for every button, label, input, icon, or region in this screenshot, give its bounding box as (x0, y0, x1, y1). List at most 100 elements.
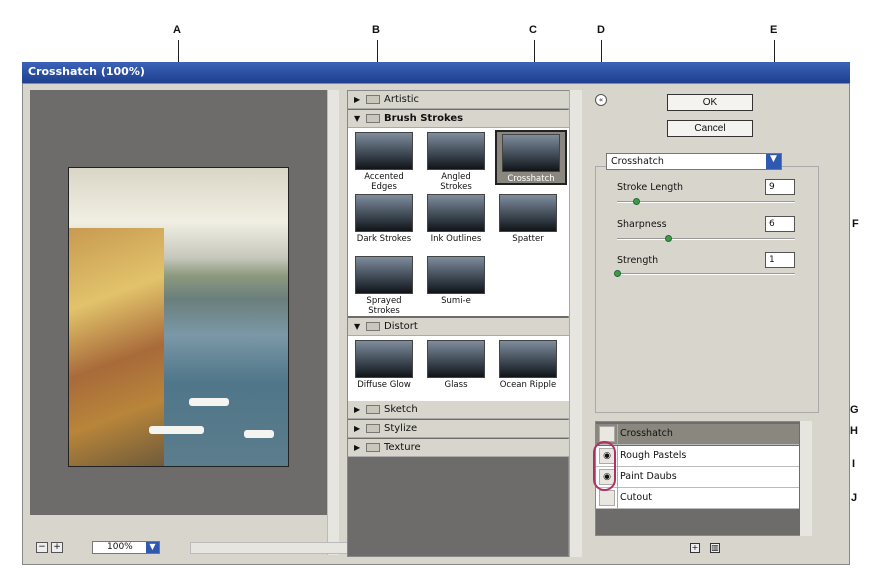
stroke-length-slider-handle[interactable] (632, 198, 640, 205)
callout-d: D (597, 24, 605, 36)
gallery-scrollbar[interactable] (569, 90, 582, 557)
filter-select-value: Crosshatch (611, 156, 664, 167)
filter-thumbnail-dark-strokes[interactable]: Dark Strokes (354, 194, 414, 244)
chevron-down-icon[interactable]: ▼ (146, 542, 159, 553)
folder-sketch[interactable]: ▶ Sketch (348, 401, 570, 419)
sharpness-slider[interactable] (617, 238, 795, 240)
folder-icon (366, 94, 380, 104)
strength-slider[interactable] (617, 273, 795, 275)
zoom-select[interactable]: 100% ▼ (92, 541, 160, 554)
thumbnail-image (355, 256, 413, 294)
layer-name: Paint Daubs (620, 471, 677, 482)
filter-gallery-list: ▶ Artistic ▼ Brush Strokes Accented Edges … (347, 90, 570, 557)
zoom-value: 100% (107, 542, 133, 552)
folder-icon (366, 113, 380, 123)
folder-artistic[interactable]: ▶ Artistic (348, 91, 570, 109)
thumbnail-image (502, 134, 560, 172)
preview-zoom-bar: − + 100% ▼ (30, 540, 355, 555)
filter-label: Glass (444, 380, 468, 390)
zoom-out-button[interactable]: − (36, 542, 48, 553)
folder-icon (366, 321, 380, 331)
folder-texture[interactable]: ▶ Texture (348, 439, 570, 457)
ok-button[interactable]: OK (667, 94, 753, 111)
collapse-triangle-icon[interactable]: ▼ (354, 114, 366, 123)
preview-horizontal-scrollbar[interactable] (190, 542, 355, 554)
filter-thumbnail-accented-edges[interactable]: Accented Edges (354, 132, 414, 192)
distort-thumbnails: Diffuse Glow Glass Ocean Ripple (348, 336, 570, 403)
filter-label: Sumi-e (441, 296, 471, 306)
folder-label: Texture (384, 442, 421, 453)
effect-layer-crosshatch[interactable]: Crosshatch (596, 424, 799, 445)
callout-e: E (770, 24, 778, 36)
filter-thumbnail-angled-strokes[interactable]: Angled Strokes (426, 132, 486, 192)
callout-h: H (850, 425, 858, 437)
folder-label: Artistic (384, 94, 420, 105)
effect-layer-cutout[interactable]: Cutout (596, 488, 799, 509)
zoom-in-button[interactable]: + (51, 542, 63, 553)
preview-vertical-scrollbar[interactable] (327, 90, 339, 555)
filter-label: Sprayed Strokes (366, 296, 402, 316)
new-layer-icon[interactable]: + (690, 543, 700, 553)
stroke-length-input[interactable]: 9 (765, 179, 795, 195)
effect-layers-list: Crosshatch ◉ Rough Pastels ◉ Paint Daubs… (595, 421, 810, 536)
callout-a: A (173, 24, 181, 36)
filter-thumbnail-spatter[interactable]: Spatter (498, 194, 558, 244)
row-divider (617, 424, 618, 445)
collapse-triangle-icon[interactable]: ▼ (354, 322, 366, 331)
callout-b: B (372, 24, 380, 36)
param-label: Sharpness (617, 219, 667, 230)
collapse-gallery-icon[interactable]: « (595, 94, 607, 106)
callout-g: G (850, 404, 859, 416)
preview-image-boat (149, 426, 204, 434)
chevron-down-icon[interactable]: ▼ (766, 154, 781, 169)
filter-label: Angled Strokes (440, 172, 472, 192)
strength-slider-handle[interactable] (614, 270, 621, 277)
strength-input[interactable]: 1 (765, 252, 795, 268)
filter-thumbnail-ocean-ripple[interactable]: Ocean Ripple (498, 340, 558, 390)
visibility-toggle[interactable] (599, 490, 615, 506)
thumbnail-image (355, 340, 413, 378)
filter-thumbnail-ink-outlines[interactable]: Ink Outlines (426, 194, 486, 244)
effect-layer-paint-daubs[interactable]: ◉ Paint Daubs (596, 467, 799, 488)
stroke-length-slider[interactable] (617, 201, 795, 203)
visibility-toggle[interactable] (599, 426, 615, 442)
effect-layer-rough-pastels[interactable]: ◉ Rough Pastels (596, 446, 799, 467)
filter-label: Dark Strokes (356, 234, 412, 244)
callout-i: I (852, 458, 856, 470)
folder-icon (366, 404, 380, 414)
layer-name: Cutout (620, 492, 652, 503)
sharpness-slider-handle[interactable] (665, 235, 672, 242)
thumbnail-image (499, 340, 557, 378)
effect-layers-scrollbar[interactable] (800, 421, 812, 536)
param-label: Strength (617, 255, 659, 266)
filter-label: Accented Edges (364, 172, 404, 192)
filter-select[interactable]: Crosshatch ▼ (606, 153, 782, 170)
thumbnail-image (355, 194, 413, 232)
sharpness-input[interactable]: 6 (765, 216, 795, 232)
callout-f: F (852, 218, 859, 230)
trash-icon[interactable]: ▥ (710, 543, 720, 553)
root: A B C D E F G H I J Crosshatch (100%) − … (0, 0, 875, 574)
folder-brush-strokes[interactable]: ▼ Brush Strokes (348, 110, 570, 128)
expand-triangle-icon[interactable]: ▶ (354, 443, 366, 452)
thumbnail-image (427, 132, 485, 170)
filter-settings-panel (595, 166, 819, 413)
filter-thumbnail-sprayed-strokes[interactable]: Sprayed Strokes (354, 256, 414, 316)
param-label: Stroke Length (617, 182, 684, 193)
folder-distort[interactable]: ▼ Distort (348, 318, 570, 336)
filter-thumbnail-glass[interactable]: Glass (426, 340, 486, 390)
filter-label: Ink Outlines (430, 234, 482, 244)
expand-triangle-icon[interactable]: ▶ (354, 95, 366, 104)
folder-stylize[interactable]: ▶ Stylize (348, 420, 570, 438)
row-divider (617, 467, 618, 488)
callout-j: J (851, 492, 858, 504)
filter-thumbnail-crosshatch[interactable]: Crosshatch (495, 130, 567, 185)
expand-triangle-icon[interactable]: ▶ (354, 424, 366, 433)
filter-thumbnail-diffuse-glow[interactable]: Diffuse Glow (354, 340, 414, 390)
filter-thumbnail-sumi-e[interactable]: Sumi-e (426, 256, 486, 306)
cancel-button[interactable]: Cancel (667, 120, 753, 137)
preview-image-boat (244, 430, 274, 438)
callout-c: C (529, 24, 537, 36)
thumbnail-image (427, 256, 485, 294)
expand-triangle-icon[interactable]: ▶ (354, 405, 366, 414)
